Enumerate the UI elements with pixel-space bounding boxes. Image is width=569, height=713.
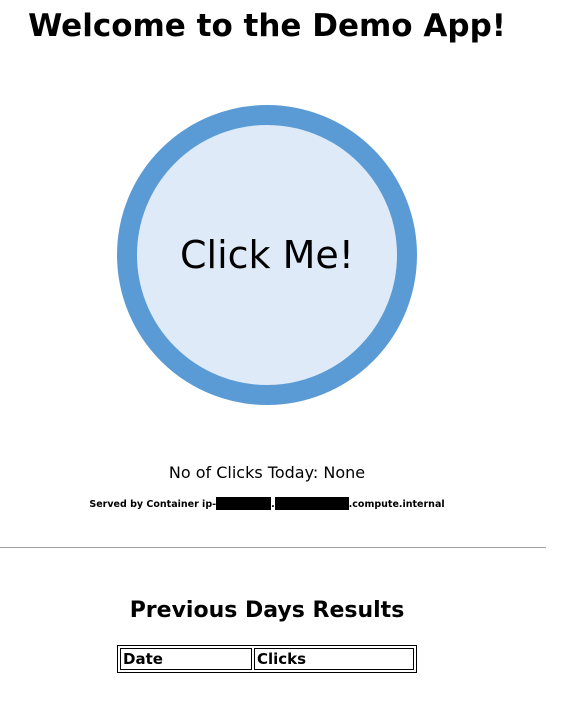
served-by-text: Served by Container ip-. .compute.interna… bbox=[0, 497, 534, 512]
clicks-today-text: No of Clicks Today: None bbox=[168, 463, 366, 482]
page-title: Welcome to the Demo App! bbox=[28, 8, 506, 44]
click-me-label: Click Me! bbox=[179, 233, 355, 277]
served-by-suffix: .compute.internal bbox=[348, 499, 445, 510]
table-header-row: Date Clicks bbox=[120, 648, 414, 670]
previous-results-heading: Previous Days Results bbox=[129, 598, 405, 623]
click-me-button[interactable]: Click Me! bbox=[117, 105, 417, 405]
column-header-date: Date bbox=[120, 648, 252, 670]
column-header-clicks: Clicks bbox=[254, 648, 414, 670]
section-divider bbox=[0, 547, 546, 548]
results-table: Date Clicks bbox=[117, 645, 417, 673]
redaction-block bbox=[216, 497, 272, 510]
served-by-prefix: Served by Container ip- bbox=[89, 499, 217, 510]
redaction-block bbox=[274, 497, 349, 510]
